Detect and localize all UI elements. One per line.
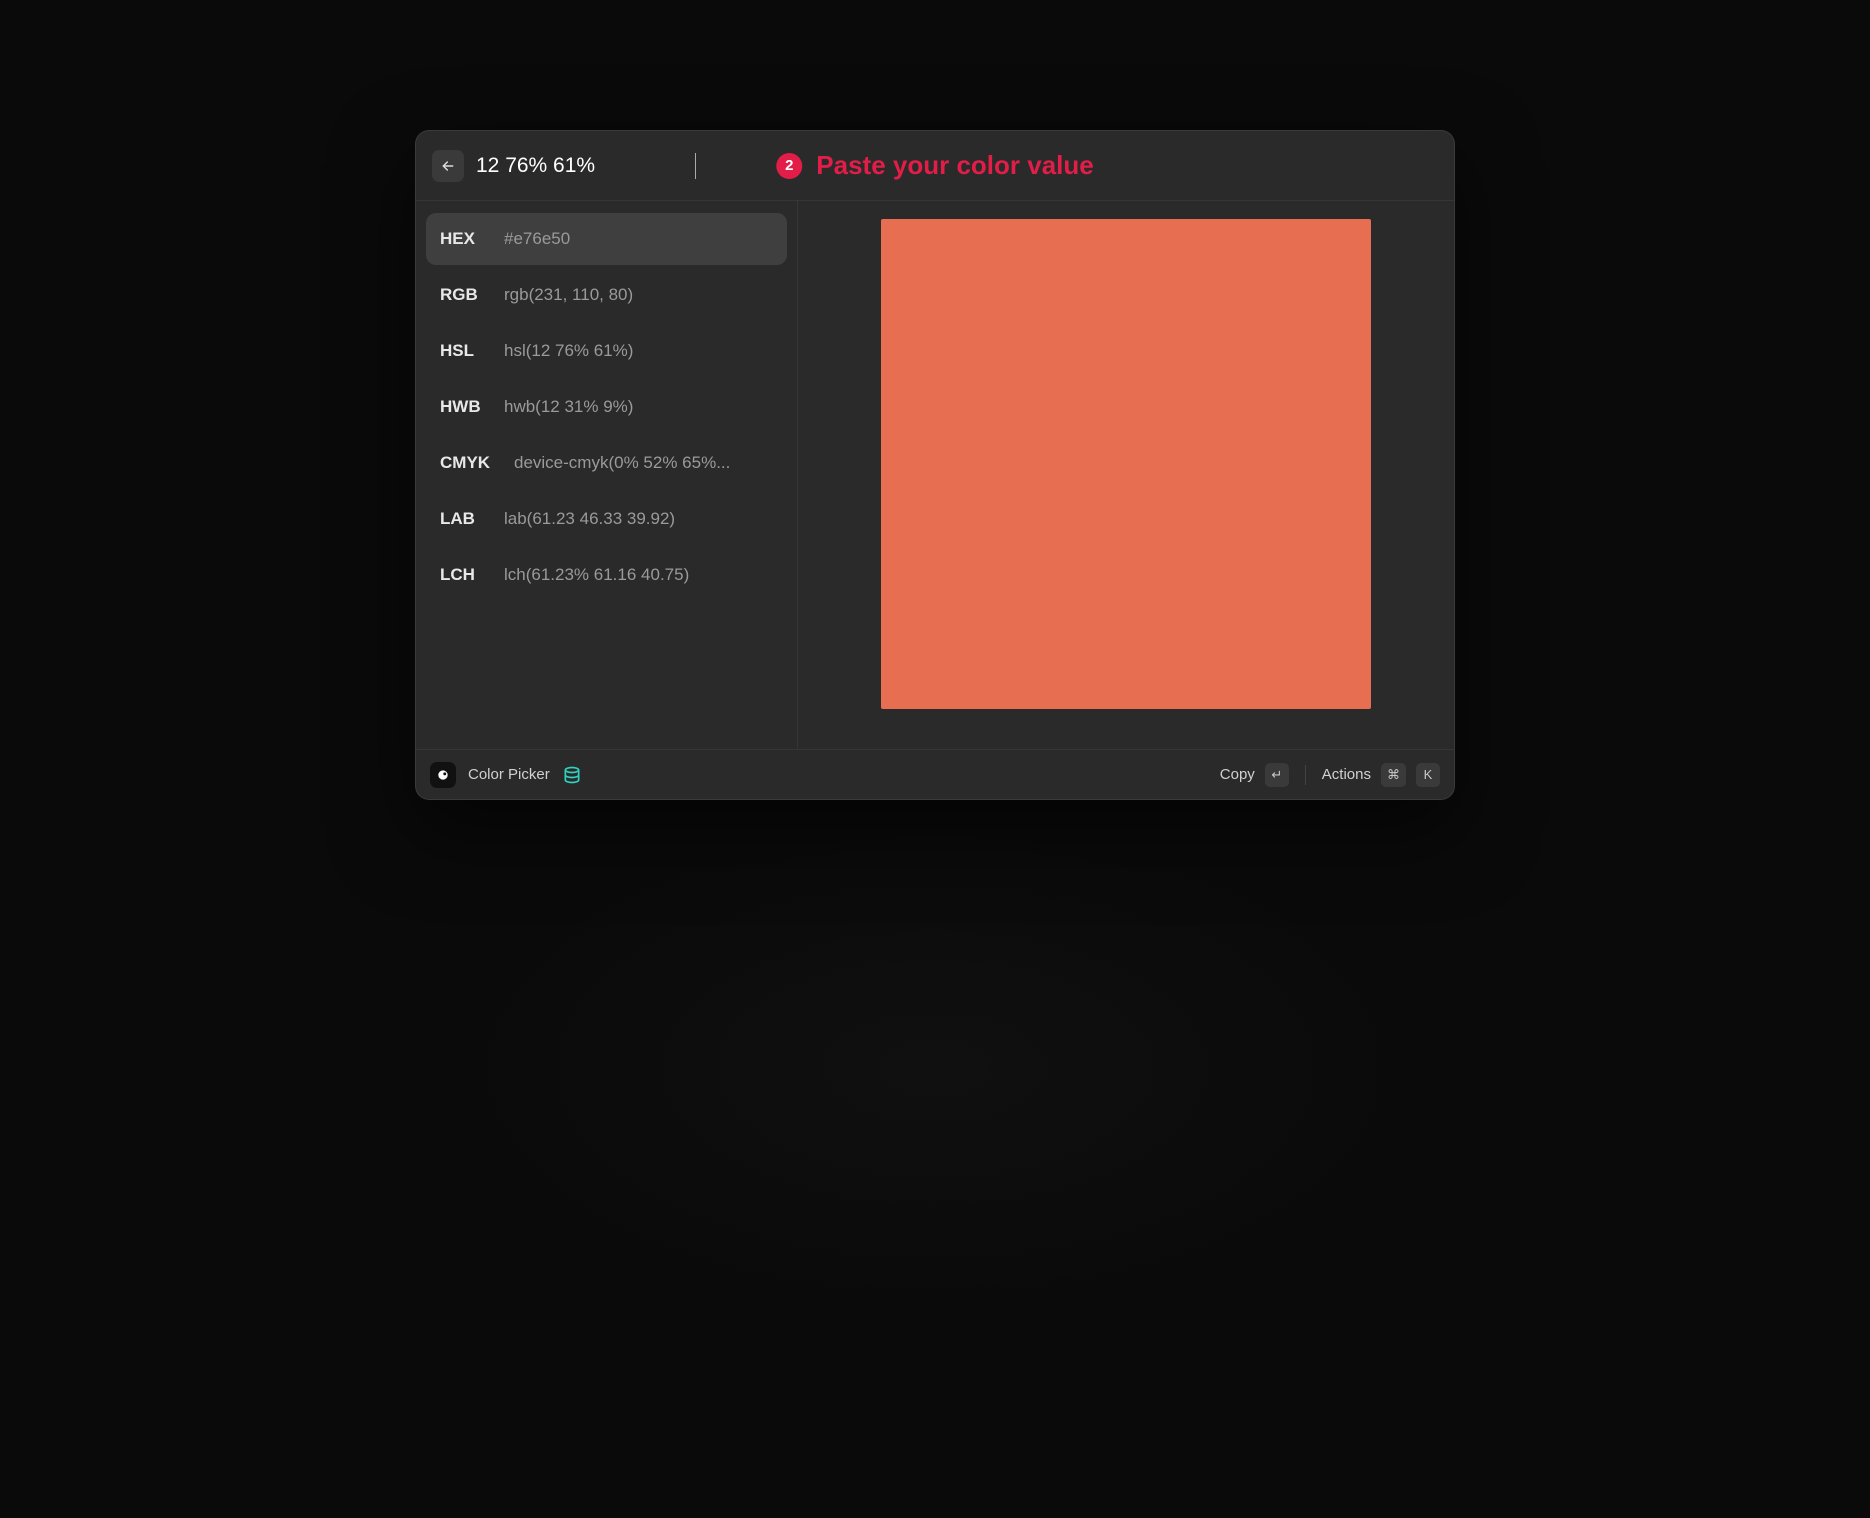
back-button[interactable] xyxy=(432,150,464,182)
format-row-lch[interactable]: LCH lch(61.23% 61.16 40.75) xyxy=(426,549,787,601)
format-value: hwb(12 31% 9%) xyxy=(504,397,633,417)
palette-icon xyxy=(436,768,450,782)
format-label: LCH xyxy=(440,565,488,585)
format-row-hwb[interactable]: HWB hwb(12 31% 9%) xyxy=(426,381,787,433)
format-row-rgb[interactable]: RGB rgb(231, 110, 80) xyxy=(426,269,787,321)
format-value: lch(61.23% 61.16 40.75) xyxy=(504,565,689,585)
window-footer: Color Picker Copy ↵ Actions ⌘ K xyxy=(416,749,1454,799)
actions-label: Actions xyxy=(1322,766,1371,783)
color-input[interactable] xyxy=(476,153,696,179)
color-swatch xyxy=(881,219,1371,709)
format-list: HEX #e76e50 RGB rgb(231, 110, 80) HSL hs… xyxy=(416,201,798,749)
actions-menu[interactable]: Actions ⌘ K xyxy=(1322,763,1440,787)
format-row-hex[interactable]: HEX #e76e50 xyxy=(426,213,787,265)
format-label: HSL xyxy=(440,341,488,361)
copy-label: Copy xyxy=(1220,766,1255,783)
step-text: Paste your color value xyxy=(816,150,1093,181)
format-label: HWB xyxy=(440,397,488,417)
window-header: 2 Paste your color value xyxy=(416,131,1454,201)
preview-pane xyxy=(798,201,1454,749)
step-instruction: 2 Paste your color value xyxy=(776,150,1093,181)
step-badge: 2 xyxy=(776,153,802,179)
format-row-cmyk[interactable]: CMYK device-cmyk(0% 52% 65%... xyxy=(426,437,787,489)
arrow-left-icon xyxy=(440,158,456,174)
app-name: Color Picker xyxy=(468,766,550,783)
enter-key-icon: ↵ xyxy=(1265,763,1289,787)
color-picker-window: 2 Paste your color value HEX #e76e50 RGB… xyxy=(415,130,1455,800)
format-value: #e76e50 xyxy=(504,229,570,249)
format-label: LAB xyxy=(440,509,488,529)
format-row-hsl[interactable]: HSL hsl(12 76% 61%) xyxy=(426,325,787,377)
format-value: lab(61.23 46.33 39.92) xyxy=(504,509,675,529)
format-row-lab[interactable]: LAB lab(61.23 46.33 39.92) xyxy=(426,493,787,545)
format-label: HEX xyxy=(440,229,488,249)
format-value: hsl(12 76% 61%) xyxy=(504,341,633,361)
format-label: CMYK xyxy=(440,453,498,473)
k-key-icon: K xyxy=(1416,763,1440,787)
cmd-key-icon: ⌘ xyxy=(1381,763,1406,787)
footer-divider xyxy=(1305,765,1306,785)
database-icon xyxy=(562,765,582,785)
format-value: rgb(231, 110, 80) xyxy=(504,285,633,305)
format-label: RGB xyxy=(440,285,488,305)
app-icon xyxy=(430,762,456,788)
format-value: device-cmyk(0% 52% 65%... xyxy=(514,453,730,473)
copy-action[interactable]: Copy ↵ xyxy=(1220,763,1289,787)
window-body: HEX #e76e50 RGB rgb(231, 110, 80) HSL hs… xyxy=(416,201,1454,749)
